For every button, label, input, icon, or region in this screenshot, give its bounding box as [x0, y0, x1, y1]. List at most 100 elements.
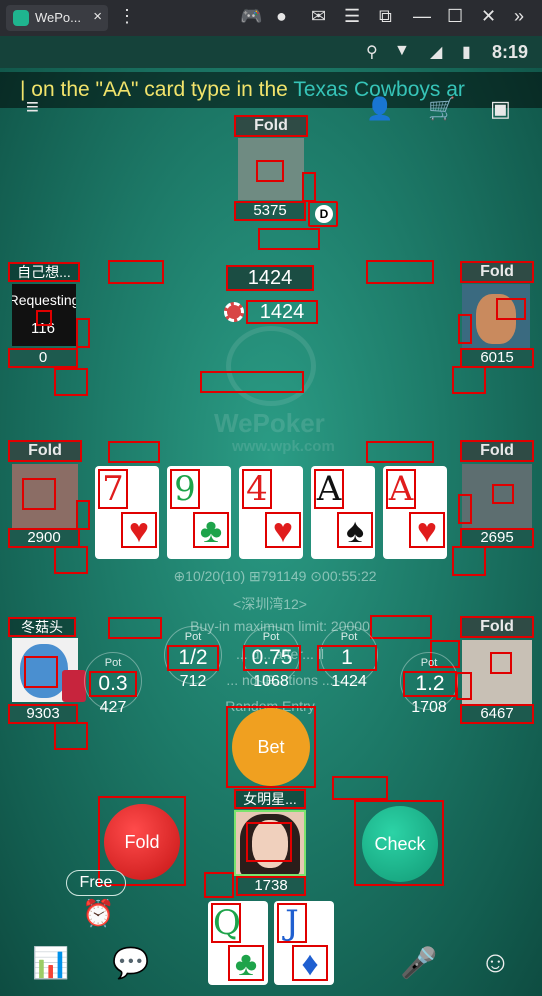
marker-box [204, 872, 234, 898]
avatar-marker [496, 298, 526, 320]
marker-box [302, 172, 316, 202]
chips-hero: 1738 [236, 876, 306, 896]
pot-label: Pot [104, 657, 122, 669]
chip-icon [224, 302, 244, 322]
fold-tag-right-upper: Fold [460, 261, 534, 283]
bet-slot-right-middle [366, 441, 434, 463]
avatar-right-upper[interactable] [462, 284, 530, 348]
chat-icon[interactable]: 💬 [112, 946, 149, 981]
club-suit-icon: ♣ [193, 512, 229, 548]
fold-button[interactable]: Fold [104, 804, 180, 880]
more-icon[interactable]: ⋮ [118, 6, 136, 27]
marker-box [76, 318, 90, 348]
microphone-icon[interactable]: 🎤 [400, 946, 437, 981]
chips-right-upper: 6015 [460, 348, 534, 368]
bet-size-full-pot[interactable]: Pot 1 1424 [317, 626, 378, 690]
app-tab[interactable]: WePo... × [6, 5, 108, 31]
marker-box [54, 546, 88, 574]
bet-size-0.3-pot[interactable]: Pot 0.3 427 [84, 652, 142, 716]
chips-right-lower: 6467 [460, 704, 534, 724]
sidebar-collapse-icon[interactable]: » [514, 6, 524, 27]
avatar-face-marker [256, 160, 284, 182]
battery-icon: ▮ [462, 44, 471, 61]
bet-size-three-quarter-pot[interactable]: Pot 0.75 1068 [242, 626, 301, 690]
pot-label: Pot [184, 631, 202, 643]
app-tab-title: WePo... [35, 10, 82, 25]
menu-icon[interactable]: ☰ [344, 6, 360, 27]
bet-slot-left-lower [108, 617, 162, 639]
bet-slot-right-upper [366, 260, 434, 284]
diamond-suit-icon: ♦ [292, 945, 328, 981]
shop-cart-icon[interactable]: 🛒 [428, 96, 455, 122]
marker-box [452, 546, 486, 576]
chips-right-middle: 2695 [460, 528, 534, 548]
wepoker-logo-watermark [226, 326, 316, 406]
alarm-clock-icon[interactable]: ⏰ [82, 898, 114, 929]
bet-button[interactable]: Bet [232, 708, 310, 786]
community-card-5: A ♥ [383, 466, 447, 559]
marker-box [458, 494, 472, 524]
card-rank: J [277, 903, 307, 943]
dealer-box: D [308, 201, 338, 227]
emulator-title-bar: WePo... × ⋮ 🎮 ● ✉ ☰ ⧉ — ☐ ✕ » [0, 0, 542, 36]
avatar-marker [36, 310, 52, 326]
resize-icon[interactable]: ⧉ [379, 6, 392, 27]
dealer-button: D [315, 205, 333, 223]
avatar-left-upper[interactable]: Requesting 116 [12, 284, 76, 346]
menu-icon[interactable]: ≡ [26, 94, 39, 120]
close-icon[interactable]: ✕ [481, 6, 496, 27]
marquee-text: | on the "AA" card type in the [20, 78, 294, 101]
heart-suit-icon: ♥ [409, 512, 445, 548]
signal-icon: ◢ [430, 44, 443, 61]
name-left-lower: 冬菇头 [8, 617, 76, 637]
bet-size-half-pot[interactable]: Pot 1/2 712 [164, 626, 222, 690]
bet-slot-left-upper [108, 260, 164, 284]
account-icon[interactable]: ● [276, 6, 287, 27]
free-toggle[interactable]: Free [66, 870, 126, 896]
hole-card-1: Q ♣ [208, 901, 268, 985]
stats-icon[interactable]: 📊 [32, 946, 69, 981]
wepoker-app-icon [13, 10, 29, 26]
avatar-marker [24, 656, 58, 688]
bet-slot-top [258, 228, 320, 250]
tab-close-icon[interactable]: × [93, 8, 102, 25]
community-card-3: 4 ♥ [239, 466, 303, 559]
avatar-right-lower[interactable] [462, 640, 532, 704]
avatar-hero[interactable] [234, 810, 306, 876]
gamepad-icon[interactable]: 🎮 [240, 6, 262, 27]
bet-size-1.2-pot[interactable]: Pot 1.2 1708 [400, 652, 458, 716]
chips-left-middle: 2900 [8, 528, 80, 548]
fold-tag-left-middle: Fold [8, 440, 82, 462]
avatar-left-middle[interactable] [12, 464, 78, 528]
maximize-icon[interactable]: ☐ [447, 6, 463, 27]
bet-size-amount: 1068 [253, 673, 289, 690]
room-name: <深圳湾12> [233, 596, 307, 612]
avatar-right-middle[interactable] [462, 464, 532, 528]
record-icon[interactable]: ▣ [490, 96, 511, 122]
heart-suit-icon: ♥ [265, 512, 301, 548]
watermark-brand: WePoker [214, 408, 325, 438]
avatar-top[interactable] [238, 138, 304, 200]
check-button[interactable]: Check [362, 806, 438, 882]
marker-box [456, 672, 472, 700]
avatar-marker [246, 822, 292, 862]
avatar-marker [22, 478, 56, 510]
location-icon: ⚲ [366, 44, 378, 61]
mail-icon[interactable]: ✉ [311, 6, 326, 27]
bet-size-amount: 1424 [331, 673, 367, 690]
marker-box [54, 722, 88, 750]
add-friend-icon[interactable]: 👤 [366, 96, 393, 122]
marker-box [452, 366, 486, 394]
card-rank: 9 [170, 469, 200, 509]
pot-label: Pot [420, 657, 438, 669]
emoji-icon[interactable]: ☺ [480, 946, 511, 980]
minimize-icon[interactable]: — [413, 6, 431, 27]
bet-size-fraction: 1 [317, 645, 377, 671]
marker-box [332, 776, 388, 800]
community-card-2: 9 ♣ [167, 466, 231, 559]
name-left-upper: 自己想... [8, 262, 80, 282]
pot-label: Pot [262, 631, 280, 643]
wifi-icon: ▼ [394, 42, 410, 59]
bet-slot-left-middle [108, 441, 160, 463]
card-rank: Q [211, 903, 241, 943]
